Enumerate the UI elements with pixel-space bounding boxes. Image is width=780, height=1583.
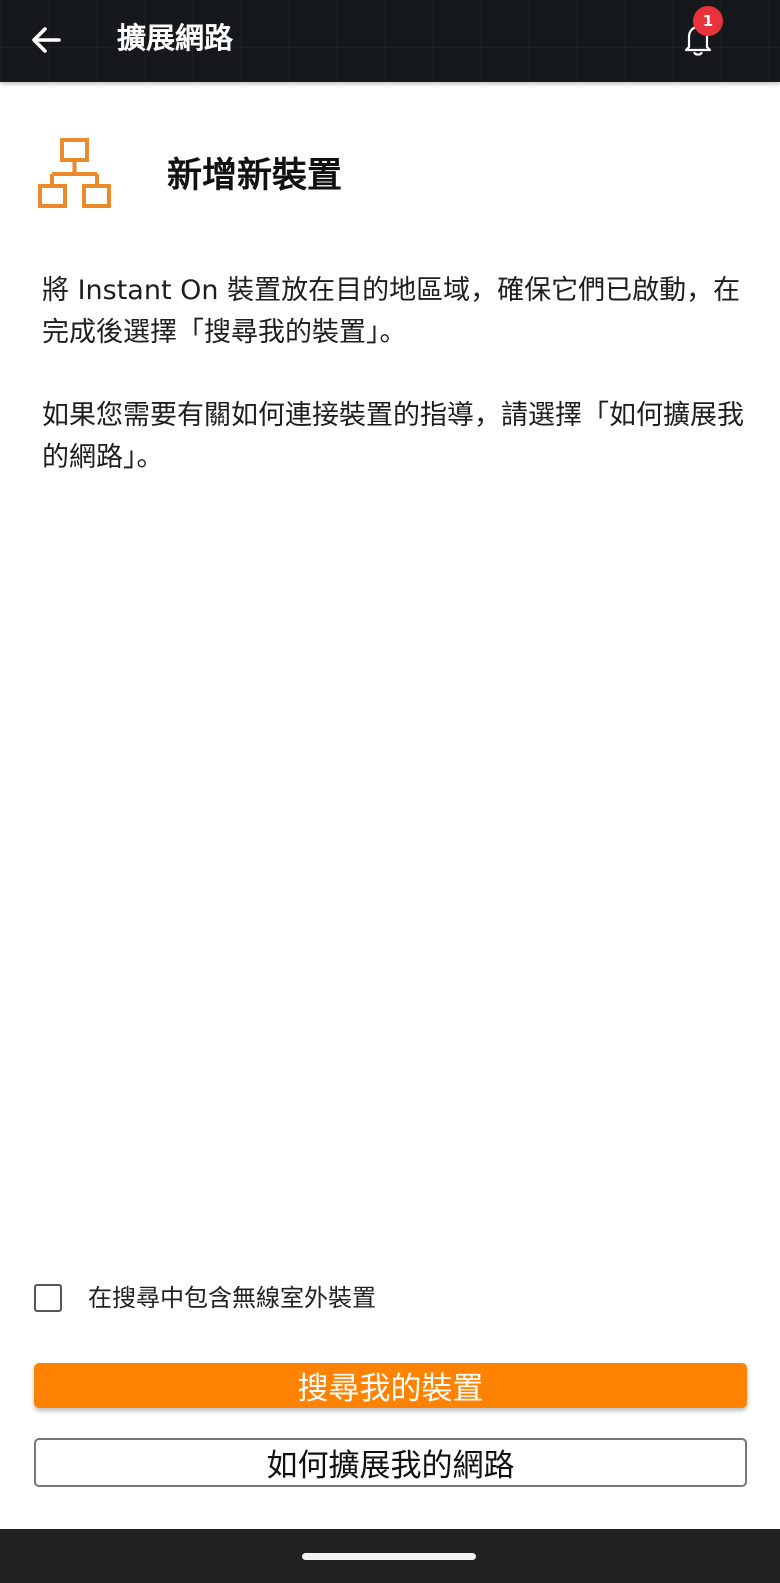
notification-badge: 1 [693,6,723,36]
network-topology-icon [38,138,111,208]
app-header: 擴展網路 1 [0,0,780,82]
how-to-extend-button[interactable]: 如何擴展我的網路 [34,1438,747,1487]
include-outdoor-checkbox[interactable] [34,1284,62,1312]
help-text: 如果您需要有關如何連接裝置的指導，請選擇「如何擴展我的網路」。 [42,400,744,473]
home-gesture-handle[interactable] [302,1553,476,1560]
page-title: 擴展網路 [117,21,234,55]
instruction-text: 將 Instant On 裝置放在目的地區域，確保它們已啟動，在完成後選擇「搜尋… [42,275,741,348]
section-title: 新增新裝置 [167,156,343,196]
include-outdoor-option[interactable]: 在搜尋中包含無線室外裝置 [34,1281,376,1315]
back-button[interactable] [22,16,70,64]
search-devices-button[interactable]: 搜尋我的裝置 [34,1363,747,1408]
arrow-left-icon [32,27,61,53]
include-outdoor-label: 在搜尋中包含無線室外裝置 [88,1284,376,1312]
system-navigation-bar [0,1529,780,1583]
extend-network-screen: 擴展網路 1 新增新裝置 將 Instant On 裝置放在目的地區域，確保它們… [0,0,780,1583]
